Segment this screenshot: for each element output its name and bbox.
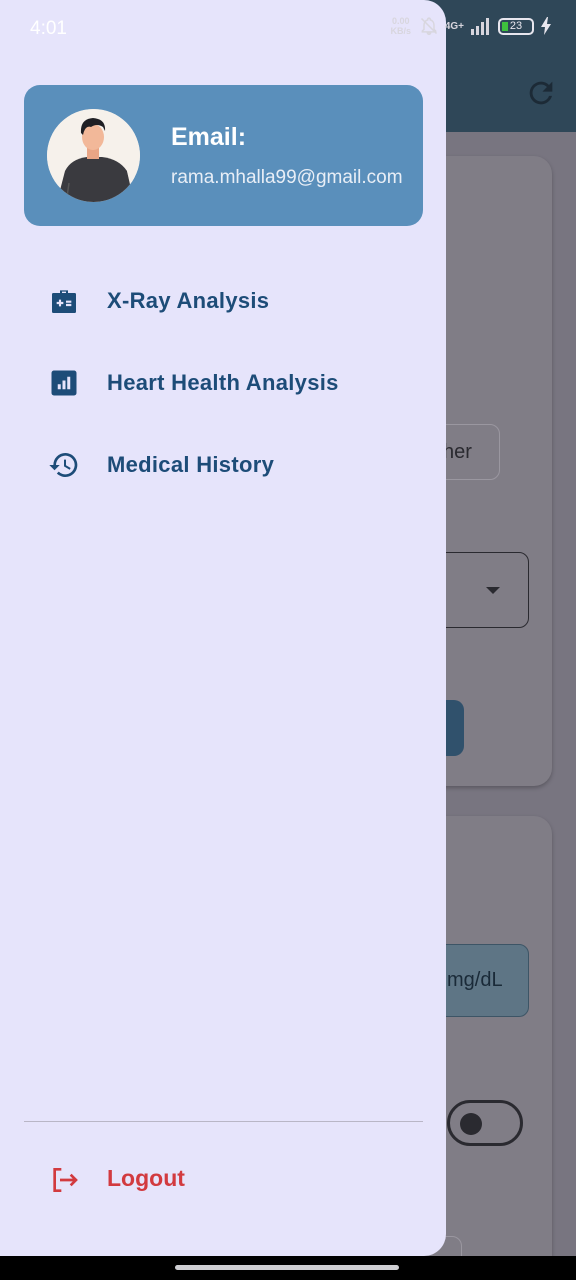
system-nav-bar [0,1256,576,1280]
menu-item-xray-analysis[interactable]: X-Ray Analysis [0,260,446,342]
logout-label: Logout [107,1165,185,1191]
avatar [47,109,140,202]
menu-label: X-Ray Analysis [107,288,270,313]
user-avatar-icon [47,109,140,202]
profile-card: Email: rama.mhalla99@gmail.com [24,85,423,226]
network-speed-unit: KB/s [390,26,412,36]
signal-icon [471,18,489,35]
menu-label: Heart Health Analysis [107,370,339,395]
charging-icon [541,17,551,35]
profile-label: Email: [171,123,247,151]
medical-bag-icon [48,285,80,317]
menu-item-heart-health-analysis[interactable]: Heart Health Analysis [0,342,446,424]
notifications-off-icon [420,17,437,36]
logout-icon [53,1168,78,1192]
battery-fill [502,21,508,31]
navigation-drawer: Email: rama.mhalla99@gmail.com X-Ray Ana… [0,0,446,1256]
toggle-knob [460,1113,482,1135]
home-gesture-handle[interactable] [175,1265,399,1270]
network-speed: 0.00 KB/s [389,16,413,36]
network-speed-value: 0.00 [392,16,410,26]
chevron-down-icon [486,587,500,594]
drawer-menu: X-Ray Analysis Heart Health Analysis Med… [0,260,446,506]
history-icon [48,449,80,481]
battery-level: 23 [509,19,523,32]
logout-button[interactable]: Logout [0,1150,446,1210]
menu-item-medical-history[interactable]: Medical History [0,424,446,506]
divider [24,1121,423,1122]
refresh-icon[interactable] [524,76,558,110]
analytics-icon [48,367,80,399]
network-type: 4G+ [444,20,464,32]
status-icons: 0.00 KB/s 4G+ 23 [389,16,552,36]
toggle-switch[interactable] [447,1100,523,1146]
battery-icon: 23 [498,17,534,35]
status-bar: 4:01 0.00 KB/s 4G+ 23 [0,0,576,58]
menu-label: Medical History [107,452,275,477]
status-time: 4:01 [30,18,67,39]
profile-email: rama.mhalla99@gmail.com [171,167,403,188]
